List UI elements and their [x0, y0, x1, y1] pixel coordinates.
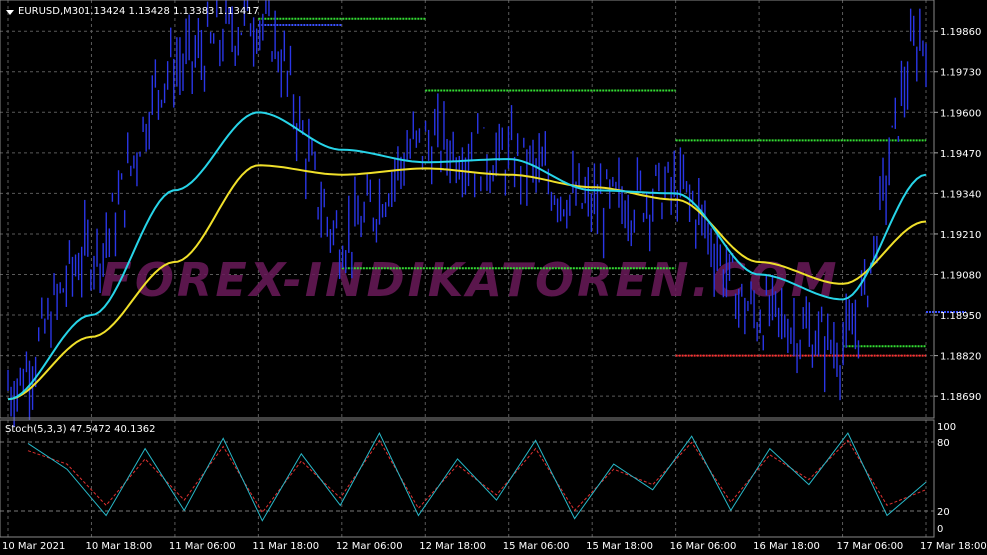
time-tick: 11 Mar 06:00: [169, 541, 236, 552]
stoch-tick: 20: [937, 507, 950, 518]
stoch-label: Stoch(5,3,3) 47.5472 40.1362: [5, 424, 156, 435]
price-tick: 1.18950: [940, 311, 981, 322]
watermark-text: FOREX-INDIKATOREN.COM: [100, 253, 839, 307]
time-tick: 10 Mar 18:00: [85, 541, 152, 552]
price-tick: 1.19600: [940, 108, 981, 119]
price-tick: 1.18820: [940, 352, 981, 363]
time-tick: 16 Mar 18:00: [753, 541, 820, 552]
stoch-tick: 0: [937, 524, 943, 535]
chart-header: EURUSD,M30 1.13424 1.13428 1.13383 1.134…: [6, 6, 259, 17]
price-tick: 1.19730: [940, 68, 981, 79]
stoch-tick: 80: [937, 438, 950, 449]
time-tick: 15 Mar 06:00: [503, 541, 570, 552]
chart-canvas: FOREX-INDIKATOREN.COM 1.19860 1.19730 1.19…: [0, 0, 987, 555]
price-tick: 1.19080: [940, 271, 981, 282]
time-tick: 10 Mar 2021: [2, 541, 65, 552]
time-tick: 12 Mar 18:00: [419, 541, 486, 552]
time-tick: 17 Mar 18:00: [920, 541, 987, 552]
time-tick: 17 Mar 06:00: [837, 541, 904, 552]
price-tick: 1.19470: [940, 149, 981, 160]
ohlc-label: 1.13424 1.13428 1.13383 1.13417: [84, 6, 259, 17]
price-tick: 1.19210: [940, 230, 981, 241]
time-tick: 11 Mar 18:00: [252, 541, 319, 552]
time-tick: 12 Mar 06:00: [336, 541, 403, 552]
stoch-tick: 100: [937, 422, 956, 433]
price-tick: 1.18690: [940, 392, 981, 403]
time-tick: 15 Mar 18:00: [586, 541, 653, 552]
time-tick: 16 Mar 06:00: [670, 541, 737, 552]
price-tick: 1.19860: [940, 27, 981, 38]
symbol-label: EURUSD,M30: [18, 6, 84, 17]
price-tick: 1.19340: [940, 189, 981, 200]
